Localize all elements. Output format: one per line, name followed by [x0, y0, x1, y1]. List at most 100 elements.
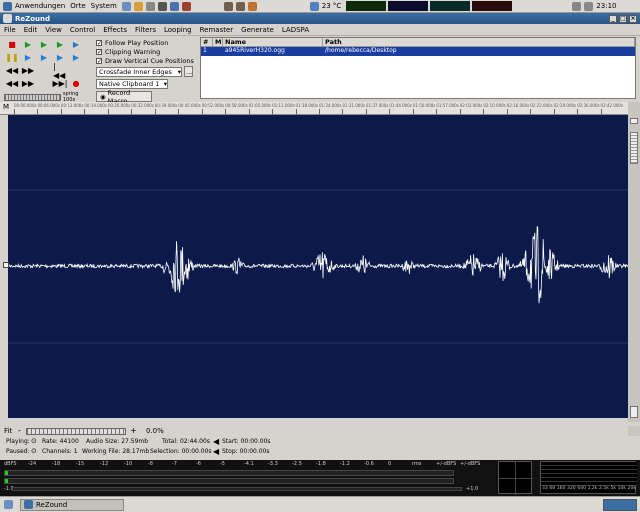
- crossfade-select[interactable]: Crossfade Inner Edges ▾: [96, 66, 182, 77]
- rewind-icon[interactable]: ◀◀: [5, 65, 19, 76]
- corner-button[interactable]: [628, 426, 640, 436]
- tool-icon[interactable]: [181, 1, 191, 11]
- zoom-down-icon[interactable]: [630, 406, 638, 418]
- ruler-tick: [178, 109, 180, 114]
- monitor-icon[interactable]: [169, 1, 179, 11]
- minimize-icon[interactable]: _: [609, 14, 617, 23]
- menu-view[interactable]: View: [45, 26, 62, 34]
- app-launcher-icon[interactable]: [223, 1, 233, 11]
- file-row[interactable]: 1 a945RiverH320.ogg /home/rebecca/Deskto…: [201, 47, 635, 56]
- volume-icon[interactable]: [584, 1, 594, 11]
- window-menu-icon[interactable]: [3, 14, 12, 23]
- horizontal-zoom-slider[interactable]: [26, 428, 126, 435]
- menu-generate[interactable]: Generate: [241, 26, 274, 34]
- menu-ladspa[interactable]: LADSPA: [282, 26, 309, 34]
- clock[interactable]: 23:10: [596, 2, 616, 10]
- ruler-tick-label: 02:36.000s: [577, 103, 600, 108]
- menu-edit[interactable]: Edit: [24, 26, 38, 34]
- ruler-tick: [248, 109, 250, 114]
- ruler-m-marker: M: [3, 103, 10, 111]
- jump-start-icon[interactable]: |◀◀: [53, 62, 67, 80]
- menu-looping[interactable]: Looping: [164, 26, 192, 34]
- col-number[interactable]: #: [201, 38, 213, 46]
- analyzer-scale-label: 20k: [627, 486, 636, 491]
- shuttle-slider[interactable]: [4, 93, 61, 101]
- terminal-icon[interactable]: [157, 1, 167, 11]
- app-launcher-icon-3[interactable]: [247, 1, 257, 11]
- show-desktop-icon[interactable]: [4, 500, 13, 509]
- window-titlebar[interactable]: ReZound _ □ ×: [0, 13, 640, 24]
- play-selection-once-icon[interactable]: ▶: [21, 52, 35, 63]
- time-ruler[interactable]: M 00:00.000s 00:06.000s 00:13.000s 00:19.00…: [0, 102, 628, 115]
- menu-control[interactable]: Control: [70, 26, 95, 34]
- menu-remaster[interactable]: Remaster: [200, 26, 234, 34]
- record-dot-icon[interactable]: ●: [69, 78, 83, 89]
- ruler-tick: [131, 109, 133, 114]
- start-jump-icon[interactable]: ◀: [213, 437, 219, 446]
- zoom-up-icon[interactable]: [630, 118, 638, 124]
- analyzer-scale-label: 320: [567, 486, 576, 491]
- record-macro-button[interactable]: ◉ Record Macro: [96, 89, 152, 105]
- play-loop-icon[interactable]: ▶: [53, 39, 67, 50]
- macro-icon: ◉: [100, 92, 106, 101]
- crossfade-options-button[interactable]: ...: [184, 66, 193, 77]
- jump-end-icon[interactable]: ▶▶|: [53, 78, 68, 89]
- gnome-foot-icon[interactable]: [3, 1, 12, 11]
- follow-play-checkbox[interactable]: ✓ Follow Play Position: [96, 38, 196, 47]
- vertical-zoom-slider[interactable]: [630, 132, 638, 164]
- maximize-icon[interactable]: □: [619, 14, 627, 23]
- horizontal-zoom-bar: Fit - + 0.0%: [0, 426, 640, 437]
- playing-label: Playing:: [6, 438, 30, 445]
- draw-vertical-cue-checkbox[interactable]: ✓ Draw Vertical Cue Positions: [96, 56, 196, 65]
- network-icon[interactable]: [572, 1, 582, 11]
- menu-effects[interactable]: Effects: [103, 26, 127, 34]
- fast-forward-icon[interactable]: ▶▶: [21, 65, 35, 76]
- menu-file[interactable]: File: [4, 26, 16, 34]
- menu-places[interactable]: Orte: [70, 2, 85, 10]
- play-icon[interactable]: ▶: [21, 39, 35, 50]
- col-modified[interactable]: M: [213, 38, 223, 46]
- mail-icon[interactable]: [133, 1, 143, 11]
- status-panel: Playing: ⊙ Paused: ⊙ Rate: 44100 Channel…: [0, 437, 640, 459]
- fit-button[interactable]: Fit: [4, 427, 12, 435]
- chevron-down-icon: ▾: [163, 80, 167, 88]
- col-path[interactable]: Path: [323, 38, 635, 46]
- stop-value: Stop: 00:00.00s: [222, 448, 270, 455]
- play-loop-gap-icon[interactable]: ▶: [69, 39, 83, 50]
- col-name[interactable]: Name: [223, 38, 323, 46]
- chevron-down-icon: ▾: [177, 67, 181, 76]
- app-launcher-icon-2[interactable]: [235, 1, 245, 11]
- window-title: ReZound: [15, 14, 50, 23]
- browser-icon[interactable]: [121, 1, 131, 11]
- help-icon[interactable]: [145, 1, 155, 11]
- play-selection-icon[interactable]: ▶: [37, 39, 51, 50]
- menu-applications[interactable]: Anwendungen: [15, 2, 65, 10]
- zoom-out-button[interactable]: -: [18, 426, 21, 435]
- close-icon[interactable]: ×: [629, 14, 637, 23]
- record-icon[interactable]: ■: [5, 39, 19, 50]
- vertical-zoom-scrollbar[interactable]: [628, 102, 640, 422]
- temperature: 23 °C: [321, 2, 342, 10]
- ruler-tick: [84, 109, 86, 114]
- zoom-in-button[interactable]: +: [130, 426, 137, 435]
- prev-cue-icon[interactable]: ◀◀: [5, 78, 19, 89]
- stop-jump-icon[interactable]: ◀: [213, 447, 219, 456]
- workspace-switcher[interactable]: [603, 498, 637, 511]
- start-value: Start: 00:00.00s: [222, 438, 271, 445]
- meter-scale-label: -15: [76, 461, 85, 467]
- play-position-handle[interactable]: [3, 262, 9, 268]
- waveform-svg[interactable]: [7, 115, 629, 418]
- file-list[interactable]: # M Name Path 1 a945RiverH320.ogg /home/…: [200, 37, 636, 99]
- taskbar-item-rezound[interactable]: ReZound: [20, 498, 124, 511]
- clipping-warning-checkbox[interactable]: ✓ Clipping Warning: [96, 47, 196, 56]
- ruler-tick: [225, 109, 227, 114]
- menu-filters[interactable]: Filters: [135, 26, 156, 34]
- ruler-tick-label: 01:31.000s: [342, 103, 365, 108]
- play-selection-loop-icon[interactable]: ▶: [37, 52, 51, 63]
- waveform-view[interactable]: [7, 115, 629, 418]
- next-cue-icon[interactable]: ▶▶: [21, 78, 35, 89]
- menu-system[interactable]: System: [91, 2, 117, 10]
- pause-icon[interactable]: ❚❚: [5, 52, 19, 63]
- play-selection-gap-icon[interactable]: ▶: [69, 52, 83, 63]
- clipboard-select[interactable]: Native Clipboard 1 ▾: [96, 79, 168, 89]
